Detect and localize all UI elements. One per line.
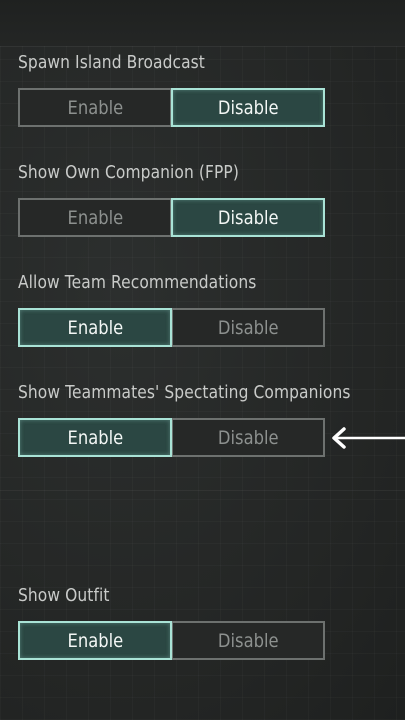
toggle-show-teammates-spectating-companions: Enable Disable bbox=[18, 418, 325, 457]
toggle-spawn-island-broadcast: Enable Disable bbox=[18, 88, 325, 127]
enable-button[interactable]: Enable bbox=[18, 198, 171, 237]
setting-label-show-outfit: Show Outfit bbox=[18, 585, 110, 606]
setting-label-show-teammates-spectating-companions: Show Teammates' Spectating Companions bbox=[18, 382, 351, 403]
setting-label-allow-team-recommendations: Allow Team Recommendations bbox=[18, 272, 257, 293]
header-divider bbox=[0, 46, 405, 47]
section-divider bbox=[0, 490, 405, 491]
toggle-show-own-companion: Enable Disable bbox=[18, 198, 325, 237]
enable-button[interactable]: Enable bbox=[18, 88, 171, 127]
top-header-strip bbox=[0, 0, 405, 46]
left-arrow-icon bbox=[332, 427, 405, 449]
disable-button[interactable]: Disable bbox=[171, 88, 325, 127]
disable-button[interactable]: Disable bbox=[172, 621, 325, 660]
toggle-show-outfit: Enable Disable bbox=[18, 621, 325, 660]
enable-button[interactable]: Enable bbox=[18, 308, 172, 347]
disable-button[interactable]: Disable bbox=[172, 308, 325, 347]
setting-label-spawn-island-broadcast: Spawn Island Broadcast bbox=[18, 52, 205, 73]
enable-button[interactable]: Enable bbox=[18, 621, 172, 660]
setting-label-show-own-companion: Show Own Companion (FPP) bbox=[18, 162, 239, 183]
toggle-allow-team-recommendations: Enable Disable bbox=[18, 308, 325, 347]
enable-button[interactable]: Enable bbox=[18, 418, 172, 457]
disable-button[interactable]: Disable bbox=[171, 198, 325, 237]
disable-button[interactable]: Disable bbox=[172, 418, 325, 457]
